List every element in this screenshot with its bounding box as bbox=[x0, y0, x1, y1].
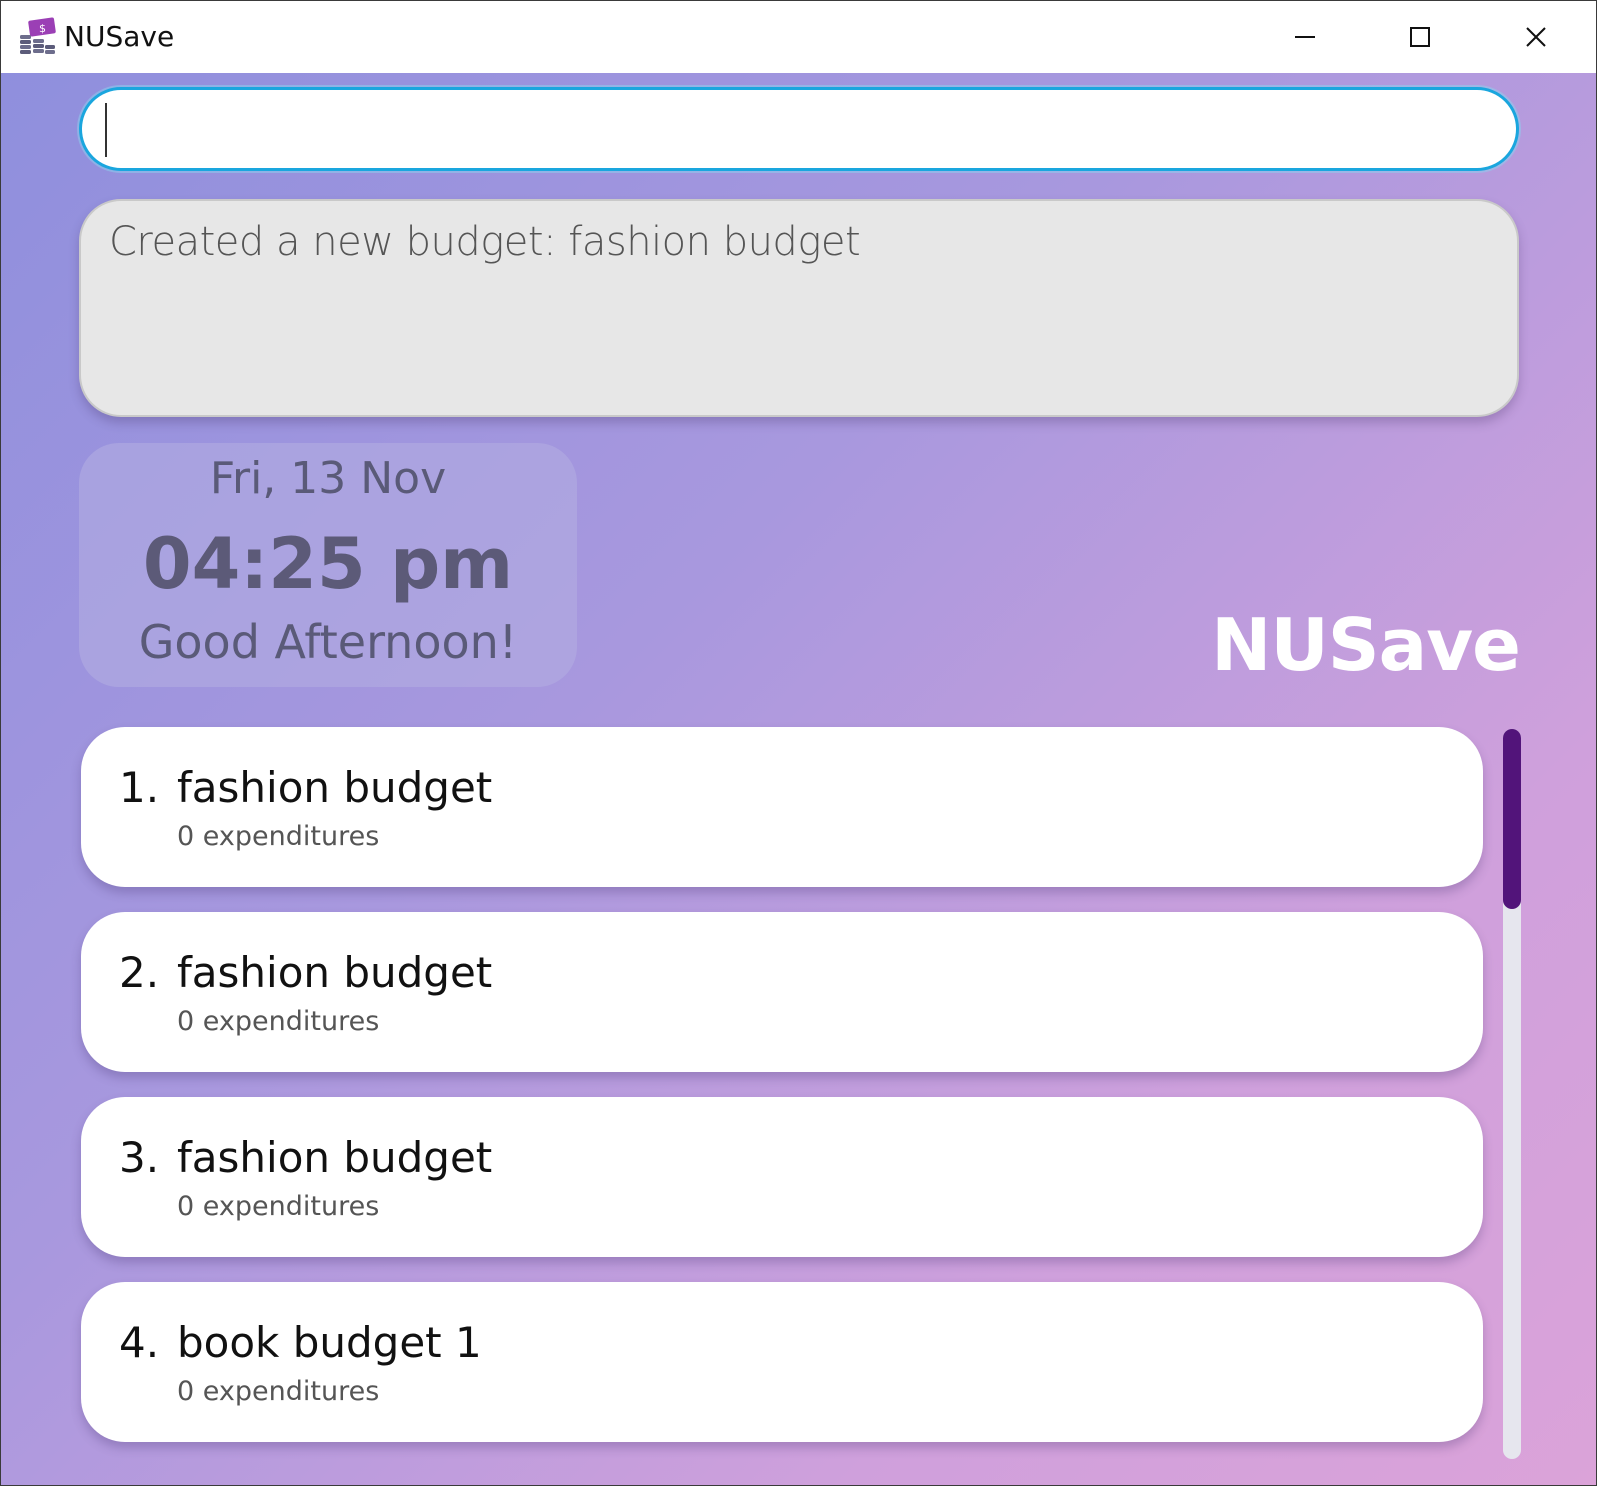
command-input[interactable] bbox=[108, 102, 1492, 158]
clock-date: Fri, 13 Nov bbox=[209, 453, 447, 504]
maximize-button[interactable] bbox=[1392, 11, 1448, 63]
budget-index: 1. bbox=[119, 763, 160, 812]
close-icon bbox=[1526, 27, 1546, 47]
budget-index: 3. bbox=[119, 1133, 160, 1182]
title-bar[interactable]: $ NUSave bbox=[1, 1, 1596, 73]
budget-expenditure-count: 0 expenditures bbox=[177, 1006, 380, 1037]
clock-panel: Fri, 13 Nov 04:25 pm Good Afternoon! bbox=[79, 443, 577, 687]
scrollbar-thumb[interactable] bbox=[1503, 729, 1521, 909]
budget-card[interactable]: 1. fashion budget 0 expenditures bbox=[81, 727, 1483, 887]
command-box[interactable] bbox=[79, 87, 1519, 171]
result-display: Created a new budget: fashion budget bbox=[79, 199, 1519, 417]
app-window: $ NUSave Created a new budget: fashion b… bbox=[0, 0, 1597, 1486]
budget-expenditure-count: 0 expenditures bbox=[177, 821, 380, 852]
close-button[interactable] bbox=[1508, 11, 1564, 63]
budget-name: fashion budget bbox=[177, 948, 493, 997]
clock-time: 04:25 pm bbox=[142, 523, 514, 605]
budget-expenditure-count: 0 expenditures bbox=[177, 1376, 380, 1407]
clock-greeting: Good Afternoon! bbox=[138, 615, 518, 669]
result-message: Created a new budget: fashion budget bbox=[109, 219, 861, 265]
money-stack-icon: $ bbox=[20, 17, 56, 54]
budget-name: fashion budget bbox=[177, 763, 493, 812]
window-title: NUSave bbox=[64, 20, 175, 53]
brand-logo-text: NUSave bbox=[1211, 603, 1521, 687]
minimize-icon bbox=[1295, 36, 1315, 38]
budget-card[interactable]: 3. fashion budget 0 expenditures bbox=[81, 1097, 1483, 1257]
svg-text:$: $ bbox=[39, 22, 46, 35]
budget-name: book budget 1 bbox=[177, 1318, 482, 1367]
budget-index: 4. bbox=[119, 1318, 160, 1367]
budget-card[interactable]: 4. book budget 1 0 expenditures bbox=[81, 1282, 1483, 1442]
budget-expenditure-count: 0 expenditures bbox=[177, 1191, 380, 1222]
minimize-button[interactable] bbox=[1277, 11, 1333, 63]
maximize-icon bbox=[1410, 27, 1430, 47]
budget-card[interactable]: 2. fashion budget 0 expenditures bbox=[81, 912, 1483, 1072]
budget-name: fashion budget bbox=[177, 1133, 493, 1182]
main-content: Created a new budget: fashion budget Fri… bbox=[1, 73, 1596, 1485]
text-caret bbox=[105, 103, 107, 157]
budget-index: 2. bbox=[119, 948, 160, 997]
